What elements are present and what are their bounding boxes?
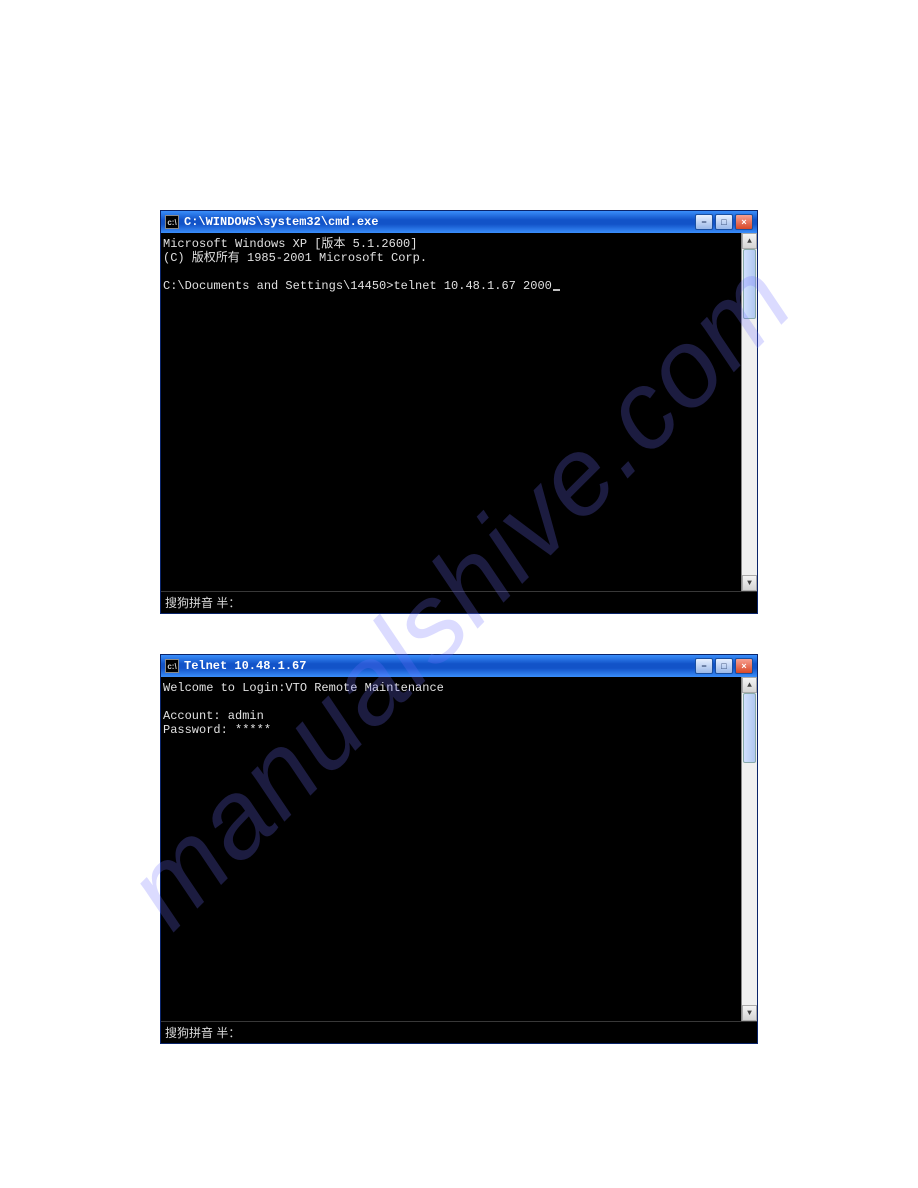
ime-status-bar: 搜狗拼音 半： — [161, 591, 757, 613]
text-cursor — [553, 289, 560, 291]
cmd-console-output[interactable]: Microsoft Windows XP [版本 5.1.2600] (C) 版… — [161, 233, 741, 591]
telnet-window: c:\ Telnet 10.48.1.67 − □ × Welcome to L… — [160, 654, 758, 1044]
document-page: c:\ C:\WINDOWS\system32\cmd.exe − □ × Mi… — [0, 0, 918, 1044]
scroll-track[interactable] — [742, 249, 757, 575]
maximize-button[interactable]: □ — [715, 214, 733, 230]
scroll-thumb[interactable] — [743, 693, 756, 763]
cmd-window-title: C:\WINDOWS\system32\cmd.exe — [184, 215, 695, 229]
titlebar-buttons: − □ × — [695, 214, 753, 230]
console-line: (C) 版权所有 1985-2001 Microsoft Corp. — [163, 251, 427, 265]
scroll-track[interactable] — [742, 693, 757, 1005]
scroll-thumb[interactable] — [743, 249, 756, 319]
telnet-window-title: Telnet 10.48.1.67 — [184, 659, 695, 673]
maximize-button[interactable]: □ — [715, 658, 733, 674]
close-button[interactable]: × — [735, 658, 753, 674]
scroll-down-icon[interactable]: ▼ — [742, 1005, 757, 1021]
console-line: C:\Documents and Settings\14450>telnet 1… — [163, 279, 552, 293]
ime-status-bar: 搜狗拼音 半： — [161, 1021, 757, 1043]
console-area: Welcome to Login:VTO Remote Maintenance … — [161, 677, 757, 1021]
console-area: Microsoft Windows XP [版本 5.1.2600] (C) 版… — [161, 233, 757, 591]
titlebar-telnet[interactable]: c:\ Telnet 10.48.1.67 − □ × — [161, 655, 757, 677]
vertical-scrollbar[interactable]: ▲ ▼ — [741, 233, 757, 591]
close-button[interactable]: × — [735, 214, 753, 230]
console-line: Welcome to Login:VTO Remote Maintenance — [163, 681, 444, 695]
scroll-up-icon[interactable]: ▲ — [742, 677, 757, 693]
console-line: Microsoft Windows XP [版本 5.1.2600] — [163, 237, 417, 251]
cmd-window: c:\ C:\WINDOWS\system32\cmd.exe − □ × Mi… — [160, 210, 758, 614]
scroll-up-icon[interactable]: ▲ — [742, 233, 757, 249]
console-line: Account: admin — [163, 709, 264, 723]
telnet-console-output[interactable]: Welcome to Login:VTO Remote Maintenance … — [161, 677, 741, 1021]
titlebar-cmd[interactable]: c:\ C:\WINDOWS\system32\cmd.exe − □ × — [161, 211, 757, 233]
titlebar-buttons: − □ × — [695, 658, 753, 674]
cmd-icon: c:\ — [165, 215, 179, 229]
minimize-button[interactable]: − — [695, 658, 713, 674]
console-line: Password: ***** — [163, 723, 271, 737]
minimize-button[interactable]: − — [695, 214, 713, 230]
cmd-icon: c:\ — [165, 659, 179, 673]
scroll-down-icon[interactable]: ▼ — [742, 575, 757, 591]
vertical-scrollbar[interactable]: ▲ ▼ — [741, 677, 757, 1021]
